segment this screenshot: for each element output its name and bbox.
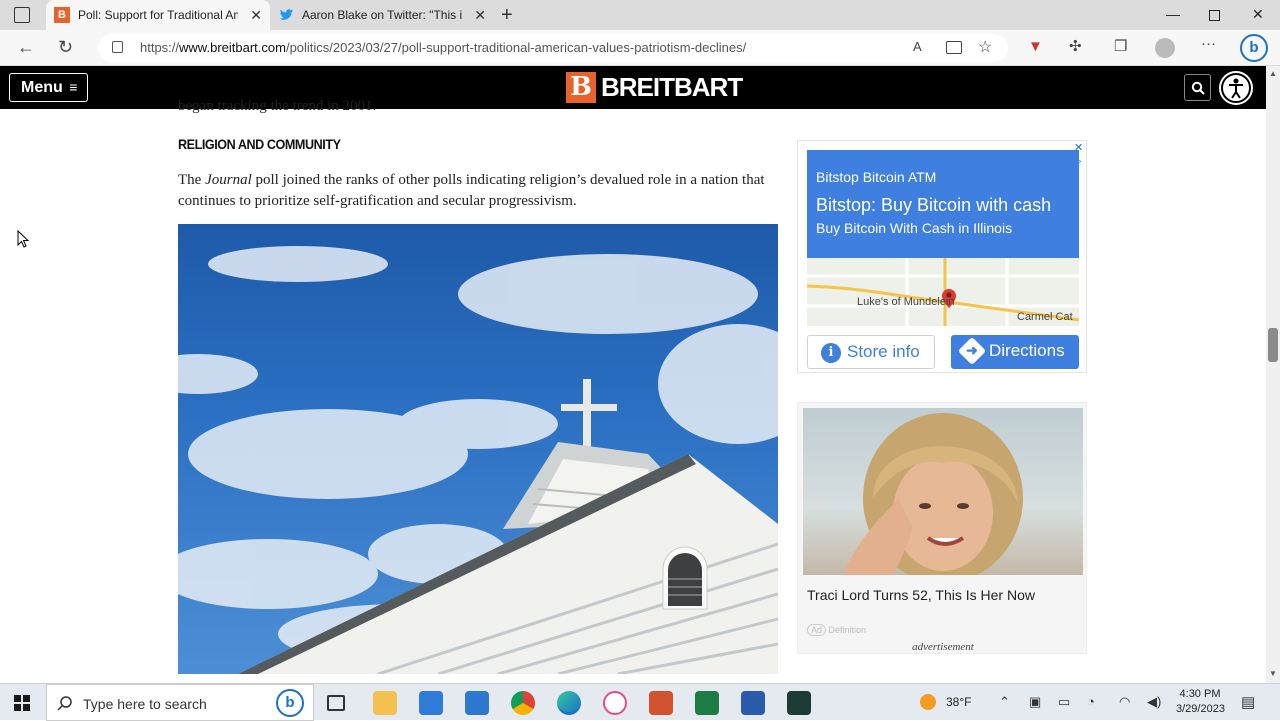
powerpoint-icon[interactable] (649, 691, 673, 715)
windows-start-icon[interactable] (14, 695, 30, 711)
itunes-icon[interactable] (603, 691, 627, 715)
scroll-up-icon[interactable]: ▲ (1269, 69, 1277, 78)
tab-breitbart[interactable]: B Poll: Support for Traditional Ame ✕ (46, 0, 270, 30)
search-icon (1191, 81, 1205, 95)
chrome-icon[interactable] (511, 691, 535, 715)
bing-icon[interactable]: b (1240, 34, 1268, 62)
bing-icon[interactable]: b (276, 689, 304, 717)
read-aloud-icon[interactable]: A (913, 39, 922, 54)
close-tab-icon[interactable]: ✕ (474, 7, 486, 24)
more-options-icon[interactable]: ··· (1201, 35, 1216, 52)
terminal-icon[interactable] (787, 691, 811, 715)
collections-icon[interactable]: ❐ (1114, 37, 1127, 55)
volume-icon[interactable]: ◀) (1147, 694, 1161, 710)
map-town-label: Carmel Cat (1017, 311, 1073, 323)
close-tab-icon[interactable]: ✕ (250, 7, 262, 24)
ad-brand: Bitstop Bitcoin ATM (816, 169, 937, 185)
battery-icon[interactable]: ▭ (1058, 694, 1070, 710)
extension-shield-icon[interactable]: ▼ (1028, 38, 1043, 55)
word-icon[interactable] (741, 691, 765, 715)
menu-button[interactable]: Menu ≡ (9, 73, 88, 102)
ad-subline: Buy Bitcoin With Cash in Illinois (816, 220, 1013, 236)
article-text-cutoff: began tracking the trend in 2001. (178, 98, 377, 114)
clock[interactable]: 4:30 PM 3/29/2023 (1176, 687, 1225, 717)
wifi-icon[interactable]: ◠ (1119, 694, 1130, 710)
lock-icon[interactable] (112, 41, 123, 53)
search-icon (57, 696, 72, 711)
ad-badge: Ad (807, 624, 827, 636)
ad-source: Ad Definition (807, 624, 866, 636)
meet-now-icon[interactable]: ▣ (1029, 694, 1041, 710)
directions-button[interactable]: ➜ Directions (951, 335, 1079, 369)
ad-photo-woman[interactable] (803, 408, 1083, 575)
extensions-icon[interactable]: ✣ (1069, 37, 1082, 55)
new-tab-icon[interactable]: + (501, 4, 513, 27)
weather-temperature[interactable]: 38°F (946, 695, 971, 709)
scroll-down-icon[interactable]: ▼ (1269, 669, 1277, 678)
tab-twitter[interactable]: Aaron Blake on Twitter: "This is q ✕ (270, 0, 494, 30)
minimize-icon[interactable]: — (1166, 6, 1180, 22)
ad-banner[interactable]: Bitstop Bitcoin ATM Bitstop: Buy Bitcoin… (807, 150, 1079, 258)
ad-map[interactable]: Luke's of Mundelein Carmel Cat (807, 258, 1079, 326)
sponsored-ad[interactable]: Traci Lord Turns 52, This Is Her Now Ad … (797, 402, 1087, 654)
hamburger-icon: ≡ (69, 79, 78, 95)
breitbart-logo-mark[interactable]: B (566, 72, 596, 103)
bitstop-ad[interactable]: ✕ ▷ Bitstop Bitcoin ATM Bitstop: Buy Bit… (797, 140, 1087, 373)
section-heading: Religion and Community (178, 136, 341, 152)
tab-title: Poll: Support for Traditional Ame (78, 8, 238, 22)
browser-tab-bar: B Poll: Support for Traditional Ame ✕ Aa… (0, 0, 1280, 30)
network-icon[interactable]: ◔ (1087, 694, 1095, 709)
back-icon[interactable]: ← (17, 37, 35, 58)
map-store-label: Luke's of Mundelein (857, 296, 955, 308)
task-view-icon[interactable] (327, 695, 345, 711)
page-scrollbar[interactable]: ▲ ▼ (1266, 66, 1280, 683)
breitbart-icon: B (54, 7, 70, 23)
file-explorer-icon[interactable] (373, 691, 397, 715)
weather-icon[interactable] (920, 694, 936, 710)
mail-icon[interactable] (465, 691, 489, 715)
profile-avatar[interactable] (1155, 38, 1175, 58)
favorite-icon[interactable]: ☆ (978, 37, 992, 57)
search-button[interactable] (1184, 74, 1211, 101)
info-icon: i (821, 343, 841, 363)
church-steeple-photo (178, 224, 778, 674)
maximize-icon[interactable] (1209, 10, 1220, 21)
refresh-icon[interactable]: ↻ (58, 37, 73, 58)
article-paragraph: The Journal poll joined the ranks of oth… (178, 172, 765, 209)
reader-view-icon[interactable] (946, 41, 962, 54)
browser-nav-bar: ← ↻ https://www.breitbart.com/politics/2… (0, 30, 1280, 66)
taskbar-search-box[interactable]: Type here to search b (46, 684, 314, 721)
address-bar[interactable]: https://www.breitbart.com/politics/2023/… (98, 34, 1008, 62)
accessibility-icon (1229, 78, 1243, 99)
edge-icon[interactable] (557, 691, 581, 715)
chevron-up-icon[interactable]: ⌃ (999, 694, 1010, 710)
twitter-icon (278, 7, 294, 23)
store-info-button[interactable]: i Store info (807, 335, 935, 369)
tab-actions-icon[interactable] (14, 7, 30, 23)
ad-title[interactable]: Traci Lord Turns 52, This Is Her Now (807, 587, 1035, 603)
scrollbar-thumb[interactable] (1268, 328, 1278, 362)
tab-title: Aaron Blake on Twitter: "This is q (302, 8, 462, 22)
mouse-cursor-icon (17, 230, 29, 248)
search-placeholder[interactable]: Type here to search (83, 696, 207, 712)
store-icon[interactable] (419, 691, 443, 715)
ad-headline[interactable]: Bitstop: Buy Bitcoin with cash (816, 195, 1051, 216)
accessibility-button[interactable] (1219, 71, 1253, 105)
close-window-icon[interactable]: ✕ (1252, 6, 1264, 23)
excel-icon[interactable] (695, 691, 719, 715)
advertisement-label: advertisement (912, 641, 974, 653)
notifications-icon[interactable]: ▤ (1241, 693, 1255, 711)
breitbart-logo-text[interactable]: BREITBART (601, 72, 743, 103)
windows-taskbar: Type here to search b 38°F ⌃ ▣ ▭ ◔ ◠ ◀) … (0, 683, 1280, 721)
url-text[interactable]: https://www.breitbart.com/politics/2023/… (140, 40, 746, 55)
